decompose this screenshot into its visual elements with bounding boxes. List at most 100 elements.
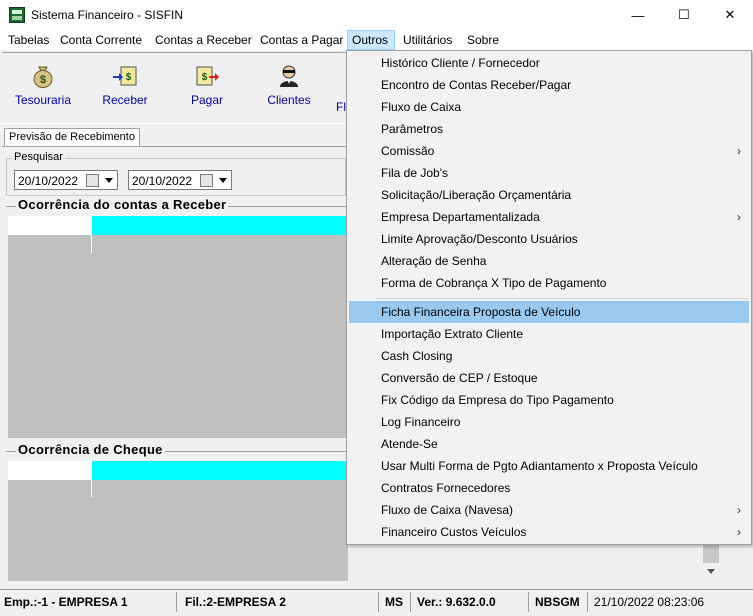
- menu-contas-a-pagar[interactable]: Contas a Pagar: [256, 30, 347, 50]
- outros-menu-item-label: Fluxo de Caixa (Navesa): [381, 503, 514, 517]
- scroll-down-icon[interactable]: [707, 569, 715, 574]
- svg-text:$: $: [202, 72, 208, 83]
- outros-menu-item-label: Limite Aprovação/Desconto Usuários: [381, 232, 578, 246]
- outros-menu-item[interactable]: Empresa Departamentalizada ›: [349, 206, 749, 228]
- outros-menu-item[interactable]: Financeiro Custos Veículos ›: [349, 521, 749, 543]
- receber-grid-header[interactable]: [92, 216, 348, 235]
- status-empresa: Emp.:-1 - EMPRESA 1: [4, 595, 128, 609]
- outros-menu-item[interactable]: Encontro de Contas Receber/Pagar: [349, 74, 749, 96]
- outros-menu-item-label: Financeiro Custos Veículos: [381, 525, 527, 539]
- outros-menu-item-label: Solicitação/Liberação Orçamentária: [381, 188, 572, 202]
- outros-menu-item[interactable]: Atende-Se: [349, 433, 749, 455]
- outros-menu-item-label: Alteração de Senha: [381, 254, 487, 268]
- outros-menu-item[interactable]: Fluxo de Caixa (Navesa) ›: [349, 499, 749, 521]
- outros-menu-item-label: Encontro de Contas Receber/Pagar: [381, 78, 572, 92]
- menu-conta-corrente[interactable]: Conta Corrente: [56, 30, 146, 50]
- outros-menu-item[interactable]: Fluxo de Caixa: [349, 96, 749, 118]
- outros-menu-item-label: Contratos Fornecedores: [381, 481, 511, 495]
- status-separator: [528, 592, 529, 612]
- outros-menu-item[interactable]: Conversão de CEP / Estoque: [349, 367, 749, 389]
- outros-menu-item[interactable]: Alteração de Senha: [349, 250, 749, 272]
- menu-separator: [376, 298, 748, 299]
- receber-label: Receber: [102, 93, 148, 107]
- status-filial: Fil.:2-EMPRESA 2: [185, 595, 286, 609]
- tab-previsao-recebimento[interactable]: Previsão de Recebimento: [4, 128, 140, 147]
- close-button[interactable]: ✕: [707, 0, 753, 30]
- minimize-button[interactable]: —: [615, 0, 661, 30]
- outros-menu-item[interactable]: Parâmetros: [349, 118, 749, 140]
- outros-menu-item-label: Usar Multi Forma de Pgto Adiantamento x …: [381, 459, 698, 473]
- outros-menu-item[interactable]: Forma de Cobrança X Tipo de Pagamento: [349, 272, 749, 294]
- receber-section-title: Ocorrência do contas a Receber: [16, 197, 229, 212]
- status-separator: [587, 592, 588, 612]
- outros-menu-item-label: Fila de Job's: [381, 166, 448, 180]
- menu-contas-a-receber[interactable]: Contas a Receber: [151, 30, 256, 50]
- outros-menu-item[interactable]: Log Financeiro: [349, 411, 749, 433]
- menu-outros[interactable]: Outros: [347, 30, 395, 50]
- outros-menu-item[interactable]: Comissão ›: [349, 140, 749, 162]
- chevron-down-icon[interactable]: [105, 178, 113, 183]
- cheque-grid-corner: [8, 461, 91, 480]
- outros-menu-item-label: Fluxo de Caixa: [381, 100, 462, 114]
- status-separator: [378, 592, 379, 612]
- svg-text:$: $: [126, 72, 132, 83]
- receber-grid-corner: [8, 216, 91, 235]
- menu-tabelas[interactable]: Tabelas: [4, 30, 53, 50]
- receber-grid[interactable]: [8, 216, 348, 438]
- clientes-label: Clientes: [267, 93, 311, 107]
- status-separator: [176, 592, 177, 612]
- search-group-label: Pesquisar: [12, 151, 65, 163]
- outros-menu-item[interactable]: Fila de Job's: [349, 162, 749, 184]
- receber-grid-divider: [91, 216, 92, 253]
- pay-icon: $: [194, 63, 220, 89]
- cheque-vertical-scrollbar[interactable]: [703, 545, 719, 581]
- outros-menu-item[interactable]: Limite Aprovação/Desconto Usuários: [349, 228, 749, 250]
- chevron-right-icon: ›: [737, 144, 741, 158]
- pagar-label: Pagar: [190, 93, 224, 107]
- clientes-button[interactable]: Clientes: [254, 58, 324, 118]
- receive-icon: $: [112, 63, 138, 89]
- receber-button[interactable]: $ Receber: [90, 58, 160, 118]
- outros-menu-item[interactable]: Contratos Fornecedores: [349, 477, 749, 499]
- outros-menu-item-label: Atende-Se: [381, 437, 438, 451]
- outros-menu-item[interactable]: Cash Closing: [349, 345, 749, 367]
- chevron-down-icon[interactable]: [219, 178, 227, 183]
- cheque-grid-divider: [91, 461, 92, 497]
- tesouraria-button[interactable]: $ Tesouraria: [8, 58, 78, 118]
- chevron-right-icon: ›: [737, 210, 741, 224]
- date-to-picker[interactable]: 20/10/2022: [128, 170, 232, 190]
- cheque-section-title: Ocorrência de Cheque: [16, 442, 165, 457]
- window-title: Sistema Financeiro - SISFIN: [31, 8, 184, 22]
- chevron-right-icon: ›: [737, 525, 741, 539]
- outros-menu-item[interactable]: Fix Código da Empresa do Tipo Pagamento: [349, 389, 749, 411]
- chevron-right-icon: ›: [737, 503, 741, 517]
- money-bag-icon: $: [30, 63, 56, 89]
- app-icon: [9, 7, 25, 23]
- maximize-button[interactable]: ☐: [661, 0, 707, 30]
- outros-menu-item[interactable]: Ficha Financeira Proposta de Veículo: [349, 301, 749, 323]
- cheque-grid-header[interactable]: [92, 461, 348, 480]
- date-from-picker[interactable]: 20/10/2022: [14, 170, 118, 190]
- pagar-button[interactable]: $ Pagar: [172, 58, 242, 118]
- toolbar-partial-label: Fl: [336, 100, 346, 114]
- calendar-icon: [200, 174, 213, 187]
- outros-menu-item[interactable]: Importação Extrato Cliente: [349, 323, 749, 345]
- outros-menu-item-label: Forma de Cobrança X Tipo de Pagamento: [381, 276, 607, 290]
- scrollbar-thumb[interactable]: [703, 545, 719, 563]
- status-versao: Ver.: 9.632.0.0: [417, 595, 496, 609]
- svg-text:$: $: [40, 74, 46, 86]
- outros-menu-item[interactable]: Usar Multi Forma de Pgto Adiantamento x …: [349, 455, 749, 477]
- date-from-value: 20/10/2022: [18, 174, 79, 188]
- tesouraria-label: Tesouraria: [14, 93, 72, 107]
- outros-menu-item-label: Conversão de CEP / Estoque: [381, 371, 538, 385]
- outros-menu-item[interactable]: Histórico Cliente / Fornecedor: [349, 52, 749, 74]
- menu-utilitarios[interactable]: Utilitários: [399, 30, 456, 50]
- client-icon: [276, 63, 302, 89]
- outros-menu-item-label: Comissão: [381, 144, 435, 158]
- menu-sobre[interactable]: Sobre: [463, 30, 503, 50]
- outros-menu-item-label: Log Financeiro: [381, 415, 461, 429]
- outros-menu-item-label: Fix Código da Empresa do Tipo Pagamento: [381, 393, 614, 407]
- outros-menu-item-label: Empresa Departamentalizada: [381, 210, 540, 224]
- outros-menu-item-label: Parâmetros: [381, 122, 444, 136]
- outros-menu-item[interactable]: Solicitação/Liberação Orçamentária: [349, 184, 749, 206]
